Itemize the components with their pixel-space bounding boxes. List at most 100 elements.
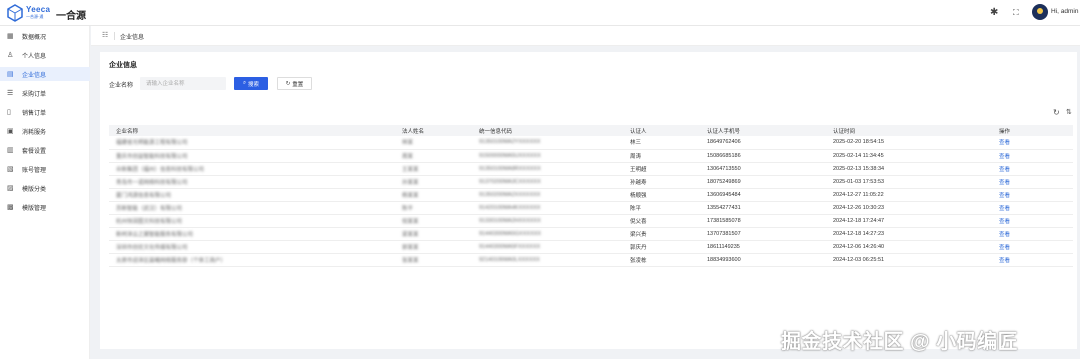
breadcrumb-current: 企业信息 <box>120 35 145 41</box>
search-icon: ⌕ <box>242 80 247 86</box>
cell-company: 太原市迎泽区晨曦网络服务部（个体工商户） <box>116 257 227 264</box>
table-row: 青岛市一诺网络科技有限公司 孙某某 91370200MA3CXXXXXX 孙越寿 180… <box>109 175 1073 189</box>
table-cell: 91500000MA5UXXXXXX <box>472 149 623 163</box>
table-cell: 张某某 <box>395 253 472 267</box>
table-cell: 苏新智能（武汉）有限公司 <box>109 201 395 215</box>
cell-company: 苏新智能（武汉）有限公司 <box>116 205 183 212</box>
view-link[interactable]: 查看 <box>992 188 1073 202</box>
sidebar-item-packages[interactable]: ▥ 套餐设置 <box>0 143 90 157</box>
cell-legal: 梁某某 <box>402 231 419 238</box>
view-link[interactable]: 查看 <box>992 240 1073 254</box>
sidebar: ▦ 数据概况 ♙ 个人信息 ▤ 企业信息 ☰ 采购订单 ▯ 销售订单 ▣ 消耗服… <box>0 26 90 359</box>
column-settings-icon[interactable]: ⇅ <box>1066 108 1072 116</box>
column-header: 法人姓名 <box>395 125 472 136</box>
cell-company: 众新集团（福州）信息科技有限公司 <box>116 166 205 173</box>
refresh-icon: ↻ <box>285 80 291 87</box>
table-cell: 91440300MA5GXXXXXX <box>472 227 623 241</box>
table-cell: 91350200MA2XXXXXXX <box>472 188 623 202</box>
sidebar-item-label: 套餐设置 <box>22 148 47 155</box>
refresh-icon[interactable]: ↻ <box>1053 108 1060 117</box>
top-bar: Yeeca 一合源·通 一合源 ✱ ⛶ Hi, admin <box>0 0 1080 26</box>
page-title: 企业信息 <box>109 62 137 69</box>
view-link[interactable]: 查看 <box>992 201 1073 215</box>
table-row: 苏新智能（武汉）有限公司 陈平 91420100MA4KXXXXXX 陈平 135542… <box>109 201 1073 215</box>
column-header: 统一信息代码 <box>472 125 623 136</box>
view-link[interactable]: 查看 <box>992 227 1073 241</box>
sidebar-item-label: 账号管理 <box>22 167 47 174</box>
view-link[interactable]: 查看 <box>992 214 1073 228</box>
cell-phone: 18611149235 <box>700 240 826 254</box>
sidebar-item-label: 数据概况 <box>22 34 47 41</box>
cell-code: 91440300MA5GXXXXXX <box>479 230 542 237</box>
cell-certifier: 梁兴贵 <box>623 227 700 241</box>
sidebar-item-profile[interactable]: ♙ 个人信息 <box>0 48 90 62</box>
table-cell: 福建省光明能源工程有限公司 <box>109 136 395 150</box>
cell-code: 91370200MA3CXXXXXX <box>479 178 541 185</box>
search-button[interactable]: ⌕ 搜索 <box>234 77 268 90</box>
cell-time: 2025-01-03 17:53:53 <box>826 175 992 189</box>
cell-code: 91440300MA5FXXXXXX <box>479 243 541 250</box>
logo-text: Yeeca <box>26 5 51 14</box>
cell-legal: 张某某 <box>402 257 419 264</box>
table-cell: 林某 <box>395 136 472 150</box>
package-icon: ▥ <box>7 146 14 154</box>
avatar[interactable] <box>1032 4 1048 20</box>
cell-certifier: 张凌栋 <box>623 253 700 267</box>
table-header-row: 企业名称 法人姓名 统一信息代码 认证人 认证人手机号 认证时间 操作 <box>109 125 1073 136</box>
sidebar-item-company[interactable]: ▤ 企业信息 <box>0 67 90 81</box>
cell-time: 2024-12-26 10:30:23 <box>826 201 992 215</box>
cell-code: 91350100MA8RXXXXXX <box>479 165 541 172</box>
cell-code: 91350100MA2YXXXXXX <box>479 139 541 146</box>
view-link[interactable]: 查看 <box>992 149 1073 163</box>
app-title: 一合源 <box>56 11 86 22</box>
table-cell: 91420100MA4KXXXXXX <box>472 201 623 215</box>
table-cell: 青岛市一诺网络科技有限公司 <box>109 175 395 189</box>
table-cell: 太原市迎泽区晨曦网络服务部（个体工商户） <box>109 253 395 267</box>
main-card: 企业信息 企业名称 ⌕ 搜索 ↻ 重置 ↻ ⇅ 企业名称 法人姓名 统一信息代码… <box>100 52 1077 349</box>
breadcrumb-divider <box>114 32 115 40</box>
table-cell: 新柯泽云之翼智能服务有限公司 <box>109 227 395 241</box>
sidebar-item-purchase-orders[interactable]: ☰ 采购订单 <box>0 86 90 100</box>
view-link[interactable]: 查看 <box>992 136 1073 150</box>
sidebar-item-templates[interactable]: ▩ 模版管理 <box>0 200 90 214</box>
sidebar-item-services[interactable]: ▣ 消耗服务 <box>0 124 90 138</box>
logo-subtext: 一合源·通 <box>26 14 44 19</box>
cell-legal: 孙某某 <box>402 179 419 186</box>
fullscreen-icon[interactable]: ⛶ <box>1013 7 1019 19</box>
cell-code: 91420100MA4KXXXXXX <box>479 204 541 211</box>
cell-legal: 周某 <box>402 153 414 160</box>
view-link[interactable]: 查看 <box>992 162 1073 176</box>
table-cell: 91350100MA2YXXXXXX <box>472 136 623 150</box>
menu-collapse-icon[interactable]: ☷ <box>102 31 108 39</box>
sidebar-item-sales-orders[interactable]: ▯ 销售订单 <box>0 105 90 119</box>
table-cell: 倪某某 <box>395 214 472 228</box>
column-header: 操作 <box>992 125 1073 136</box>
order-icon: ☰ <box>7 89 14 97</box>
table-cell: 92140106MA0LXXXXXX <box>472 253 623 267</box>
breadcrumb: ☷ 企业信息 <box>91 26 1080 46</box>
view-link[interactable]: 查看 <box>992 175 1073 189</box>
sidebar-item-dashboard[interactable]: ▦ 数据概况 <box>0 29 90 43</box>
view-link[interactable]: 查看 <box>992 253 1073 267</box>
service-icon: ▣ <box>7 127 14 135</box>
table-cell: 91350100MA8RXXXXXX <box>472 162 623 176</box>
cell-legal: 郭某某 <box>402 244 419 251</box>
theme-toggle-icon[interactable]: ✱ <box>990 7 998 19</box>
table-cell: 郭某某 <box>395 240 472 254</box>
sidebar-item-accounts[interactable]: ▧ 账号管理 <box>0 162 90 176</box>
cell-certifier: 林三 <box>623 136 700 150</box>
table-cell: 杭州恒润图文科技有限公司 <box>109 214 395 228</box>
reset-button[interactable]: ↻ 重置 <box>277 77 312 90</box>
company-table: 企业名称 法人姓名 统一信息代码 认证人 认证人手机号 认证时间 操作 福建省光… <box>109 125 1073 267</box>
cell-certifier: 郭庆丹 <box>623 240 700 254</box>
company-name-input[interactable] <box>140 77 226 90</box>
table-cell: 陈平 <box>395 201 472 215</box>
sidebar-item-label: 消耗服务 <box>22 129 47 136</box>
table-row: 杭州恒润图文科技有限公司 倪某某 91330100MA2HXXXXXX 倪父喜 1738… <box>109 214 1073 228</box>
sidebar-item-template-categories[interactable]: ▨ 模版分类 <box>0 181 90 195</box>
table-cell: 91330100MA2HXXXXXX <box>472 214 623 228</box>
sidebar-item-label: 模版管理 <box>22 205 47 212</box>
column-header: 企业名称 <box>109 125 395 136</box>
cell-phone: 18649762406 <box>700 136 826 150</box>
user-greeting[interactable]: Hi, admin <box>1051 8 1078 15</box>
